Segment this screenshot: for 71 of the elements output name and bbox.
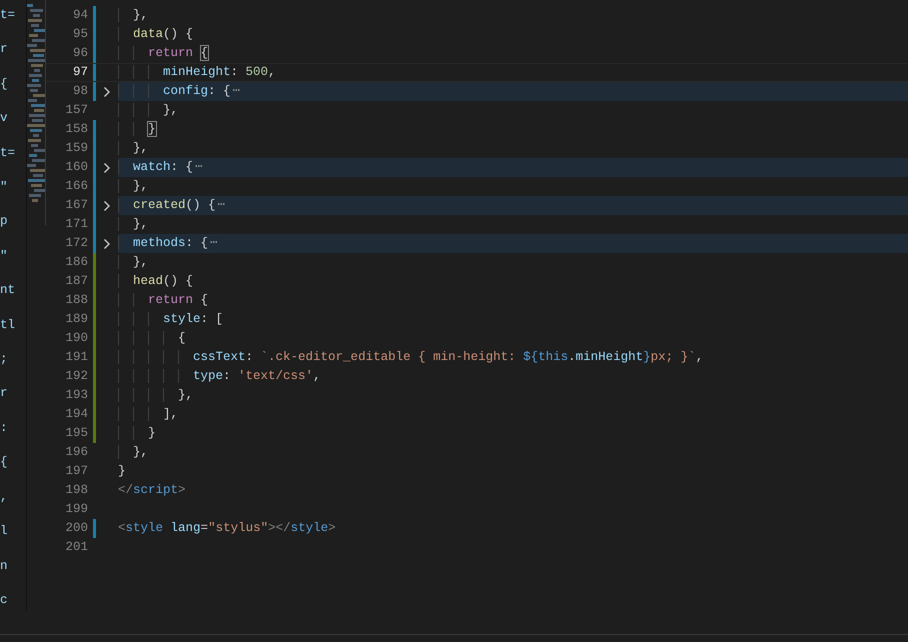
code-fragment: tl — [0, 316, 16, 334]
chevron-icon[interactable] — [103, 238, 111, 250]
line-number: 94 — [72, 7, 88, 24]
code-line: } — [118, 463, 126, 480]
line-number: 193 — [64, 387, 88, 404]
code-fragment: , — [0, 488, 8, 506]
line-number: 187 — [64, 273, 88, 290]
line-number: 159 — [64, 140, 88, 157]
code-fragment: { — [0, 454, 8, 472]
code-line: }, — [118, 253, 148, 272]
line-number: 192 — [64, 368, 88, 385]
chevron-icon[interactable] — [103, 162, 111, 174]
line-number: 198 — [64, 482, 88, 499]
line-number: 186 — [64, 254, 88, 271]
line-number: 96 — [72, 45, 88, 62]
line-number: 160 — [64, 159, 88, 176]
line-number: 95 — [72, 26, 88, 43]
code-line: <style lang="stylus"></style> — [118, 520, 336, 537]
code-line: }, — [118, 139, 148, 158]
code-line: minHeight: 500, — [118, 64, 276, 81]
code-fragment: ; — [0, 351, 8, 368]
code-line: } — [118, 120, 156, 139]
line-number: 166 — [64, 178, 88, 195]
line-number: 157 — [64, 102, 88, 119]
code-line: type: 'text/css', — [118, 367, 321, 386]
code-line: head() { — [118, 272, 194, 291]
code-line: }, — [118, 443, 148, 462]
line-number: 190 — [64, 330, 88, 347]
line-number: 195 — [64, 425, 88, 442]
code-fragment: p — [0, 213, 8, 230]
chevron-icon[interactable] — [103, 86, 111, 98]
line-number: 98 — [72, 83, 88, 100]
code-line: return { — [118, 291, 208, 310]
line-number: 172 — [64, 235, 88, 252]
code-fragment: " — [0, 179, 8, 196]
code-line: return { — [118, 44, 208, 63]
code-line: cssText: `.ck-editor_editable { min-height: ${this.minHeight}px; }`, — [118, 348, 704, 367]
code-fragment: c — [0, 592, 8, 609]
code-fragment: t= — [0, 7, 16, 24]
line-number: 191 — [64, 349, 88, 366]
code-fragment: n — [0, 558, 8, 574]
line-number: 97 — [72, 64, 88, 81]
code-fragment: " — [0, 248, 8, 265]
line-number: 201 — [64, 539, 88, 556]
line-number: 196 — [64, 444, 88, 461]
line-number: 171 — [64, 216, 88, 233]
code-fragment: : — [0, 420, 8, 437]
line-number: 167 — [64, 197, 88, 214]
code-line: { — [118, 329, 186, 348]
code-fragment: l — [0, 523, 8, 540]
code-line: } — [118, 424, 156, 443]
code-fragment: t= — [0, 144, 16, 162]
line-number: 200 — [64, 520, 88, 537]
line-number: 197 — [64, 463, 88, 480]
code-fragment: r — [0, 41, 8, 58]
code-line: data() { — [118, 25, 194, 44]
code-line: }, — [118, 215, 148, 234]
line-number: 199 — [64, 501, 88, 518]
code-fragment: { — [0, 76, 8, 93]
code-line: style: [ — [118, 310, 224, 329]
line-number: 194 — [64, 406, 88, 423]
line-number: 158 — [64, 121, 88, 138]
line-number: 188 — [64, 292, 88, 309]
code-fragment: v — [0, 110, 8, 128]
code-line: }, — [118, 6, 148, 25]
code-fragment: nt — [0, 282, 16, 300]
chevron-icon[interactable] — [103, 200, 111, 212]
code-fragment: r — [0, 385, 8, 402]
code-line: </script> — [118, 482, 186, 499]
code-line: }, — [118, 177, 148, 196]
line-number: 189 — [64, 311, 88, 328]
